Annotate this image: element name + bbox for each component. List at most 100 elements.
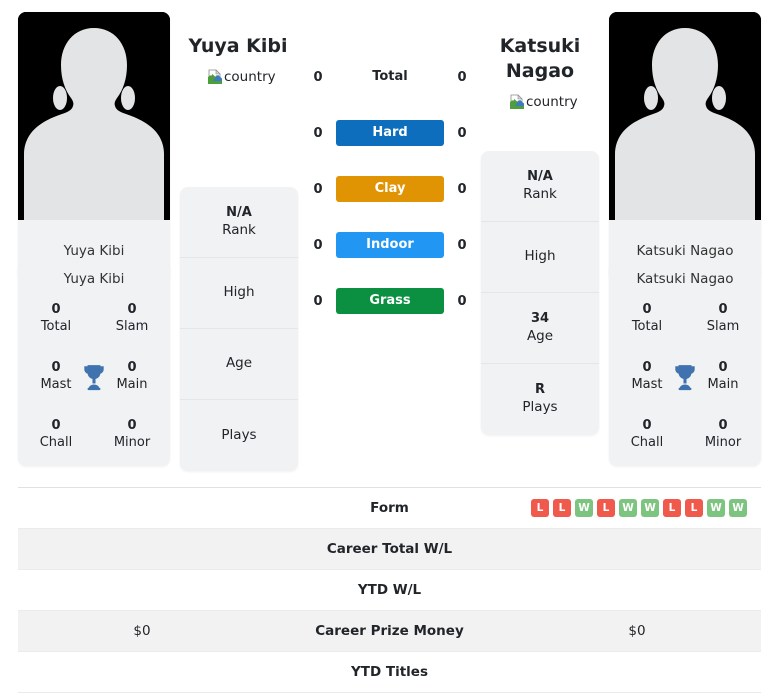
bio-rank-value-right: N/A [527,168,553,184]
surface-count-right-grass: 0 [457,293,467,309]
surface-label-total[interactable]: Total [336,64,444,90]
table-row-ytd-wl: YTD W/L [18,570,761,611]
titles-slam-label-left: Slam [115,319,149,334]
form-badge-win[interactable]: W [641,499,659,517]
surface-count-left-grass: 0 [313,293,323,309]
bio-plays-value-right: R [534,382,545,398]
bio-high-left: High [180,258,298,329]
player-photo-card-right[interactable]: Katsuki Nagao [609,12,761,282]
ytd-titles-label: YTD Titles [351,664,428,680]
table-row-form: Form LLWLWWLLWW [18,488,761,529]
titles-total-value-left: 0 [51,302,61,318]
trophy-icon [84,365,104,391]
surface-row-total: 0 Total 0 [300,64,480,90]
titles-card-name-left: Yuya Kibi [63,271,125,287]
titles-card-left: Yuya Kibi 0 Total 0 Slam 0 Mast 0 Main 0… [18,262,170,466]
form-badge-loss[interactable]: L [531,499,549,517]
form-badge-win[interactable]: W [619,499,637,517]
titles-minor-right: 0 Minor [685,418,761,451]
surface-label-hard[interactable]: Hard [336,120,444,146]
table-row-career-prize-money: $0 Career Prize Money $0 [18,611,761,652]
surface-label-clay[interactable]: Clay [336,176,444,202]
titles-row: 0 Total 0 Slam [18,290,170,348]
bio-high-right: High [481,222,599,293]
table-row-career-total-wl: Career Total W/L [18,529,761,570]
form-badge-loss[interactable]: L [597,499,615,517]
titles-slam-left: 0 Slam [94,302,170,335]
form-badge-win[interactable]: W [729,499,747,517]
surface-label-grass[interactable]: Grass [336,288,444,314]
surface-row-clay: 0 Clay 0 [300,176,480,202]
titles-chall-left: 0 Chall [18,418,94,451]
bio-age-label-right: Age [526,327,554,344]
surface-count-left-indoor: 0 [313,237,323,253]
titles-minor-value-right: 0 [718,418,728,434]
surface-count-left-hard: 0 [313,125,323,141]
bio-rank-label-right: Rank [523,185,557,202]
form-label: Form [370,500,409,516]
player-country-right: country [509,94,578,110]
bio-plays-left: Plays [180,400,298,471]
form-badge-win[interactable]: W [707,499,725,517]
titles-row: 0 Total 0 Slam [609,290,761,348]
table-row-ytd-titles: YTD Titles [18,652,761,693]
broken-image-icon [510,94,524,109]
titles-row: 0 Mast 0 Main [18,348,170,406]
bio-rank-value-left: N/A [226,204,252,220]
titles-row: 0 Mast 0 Main [609,348,761,406]
bio-rank-left: N/A Rank [180,187,298,258]
surface-row-indoor: 0 Indoor 0 [300,232,480,258]
titles-minor-left: 0 Minor [94,418,170,451]
bio-age-left: Age [180,329,298,400]
titles-slam-value-left: 0 [127,302,137,318]
avatar-silhouette-icon [609,12,761,220]
titles-total-right: 0 Total [609,302,685,335]
surface-count-left-clay: 0 [313,181,323,197]
form-badge-loss[interactable]: L [663,499,681,517]
titles-slam-right: 0 Slam [685,302,761,335]
player-name-right[interactable]: Katsuki Nagao [465,34,615,84]
player-name-left[interactable]: Yuya Kibi [163,34,313,59]
broken-image-icon [208,69,222,84]
bio-card-right: N/A Rank High 34 Age R Plays [481,151,599,435]
player-photo-card-left[interactable]: Yuya Kibi [18,12,170,282]
surface-count-right-clay: 0 [457,181,467,197]
titles-total-label-left: Total [40,319,72,334]
titles-total-value-right: 0 [642,302,652,318]
player-country-left: country [207,69,276,85]
titles-chall-label-left: Chall [39,435,73,450]
form-badge-win[interactable]: W [575,499,593,517]
bio-high-label-left: High [223,284,255,301]
career-prize-money-label: Career Prize Money [315,623,464,639]
form-badge-loss[interactable]: L [685,499,703,517]
titles-slam-value-right: 0 [718,302,728,318]
titles-slam-label-right: Slam [706,319,740,334]
form-badge-loss[interactable]: L [553,499,571,517]
career-prize-money-left: $0 [133,623,151,639]
comparison-stat-table: Form LLWLWWLLWW Career Total W/L YTD W/L… [18,487,761,693]
titles-row: 0 Chall 0 Minor [18,406,170,464]
titles-minor-label-right: Minor [704,435,742,450]
trophy-icon [675,365,695,391]
surface-count-right-hard: 0 [457,125,467,141]
bio-rank-label-left: Rank [222,221,256,238]
titles-card-name-right: Katsuki Nagao [636,271,734,287]
titles-chall-value-right: 0 [642,418,652,434]
bio-plays-right: R Plays [481,364,599,435]
surface-row-hard: 0 Hard 0 [300,120,480,146]
player-country-label-left: country [224,69,276,85]
bio-age-label-left: Age [225,355,253,372]
surface-label-indoor[interactable]: Indoor [336,232,444,258]
career-prize-money-right: $0 [628,623,646,639]
bio-age-value-right: 34 [530,310,550,326]
titles-total-label-right: Total [631,319,663,334]
bio-high-label-right: High [524,248,556,265]
bio-plays-label-right: Plays [522,399,558,416]
player-comparison-page: Yuya Kibi Yuya Kibi 0 Total 0 Slam 0 Mas… [0,0,779,699]
ytd-wl-label: YTD W/L [357,582,422,598]
compare-panel: Yuya Kibi Yuya Kibi 0 Total 0 Slam 0 Mas… [0,0,779,480]
titles-chall-value-left: 0 [51,418,61,434]
player-photo-left [18,12,170,220]
bio-age-right: 34 Age [481,293,599,364]
avatar-silhouette-icon [18,12,170,220]
